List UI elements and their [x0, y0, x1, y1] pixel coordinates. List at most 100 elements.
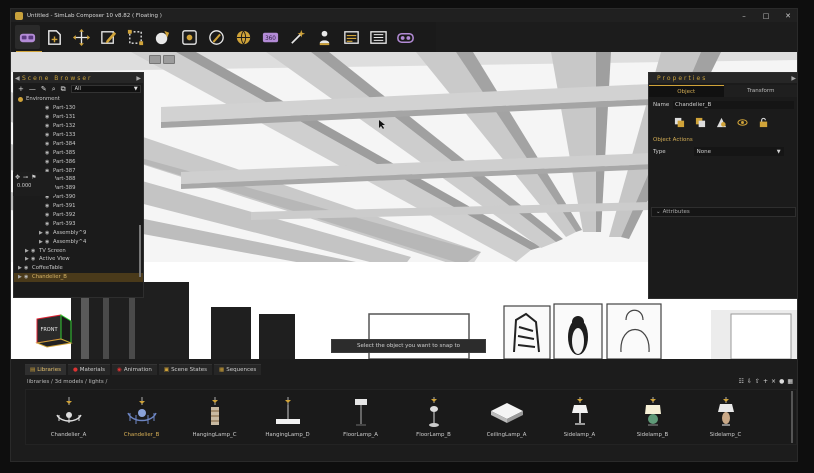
library-item[interactable]: FloorLamp_B: [397, 390, 470, 442]
add-icon[interactable]: +: [763, 378, 768, 385]
magic-wand-icon[interactable]: [285, 25, 310, 49]
attributes-section[interactable]: ⌄ Attributes: [651, 207, 796, 217]
material-icon[interactable]: [715, 116, 727, 128]
tree-item[interactable]: ◉ Part-393: [14, 219, 143, 228]
collapse-arrow-icon[interactable]: ◀: [15, 75, 20, 82]
tree-item[interactable]: ◉ Part-384: [14, 139, 143, 148]
type-dropdown[interactable]: None ▼: [693, 147, 784, 156]
visibility-eye-icon[interactable]: ◉: [45, 212, 53, 218]
remove-node-icon[interactable]: —: [29, 85, 36, 93]
expand-arrow-icon[interactable]: ▶: [791, 75, 796, 82]
tab-materials[interactable]: ● Materials: [67, 364, 110, 375]
visibility-eye-icon[interactable]: ◉: [31, 248, 39, 254]
duplicate-icon[interactable]: [673, 116, 685, 128]
minimize-button[interactable]: –: [733, 9, 755, 22]
tree-item[interactable]: ◉ Part-133: [14, 131, 143, 140]
tree-item[interactable]: ▶ ◉ CoffeeTable: [14, 264, 143, 273]
tab-scene-states[interactable]: ▣ Scene States: [158, 364, 213, 375]
material-ball-icon[interactable]: [150, 25, 175, 49]
close-icon[interactable]: ×: [771, 378, 776, 385]
visibility-eye-icon[interactable]: ◉: [24, 265, 32, 271]
export-icon[interactable]: ⇧: [755, 378, 760, 385]
tree-item[interactable]: ◉ Part-386: [14, 157, 143, 166]
visibility-eye-icon[interactable]: ◉: [45, 203, 53, 209]
tab-animation[interactable]: ◉ Animation: [112, 364, 157, 375]
scene-import-icon[interactable]: [42, 25, 67, 49]
move-gizmo-icon[interactable]: [69, 25, 94, 49]
library-item[interactable]: CeilingLamp_A: [470, 390, 543, 442]
tree-item[interactable]: ◉ Part-385: [14, 148, 143, 157]
add-node-icon[interactable]: +: [18, 85, 24, 93]
library-item[interactable]: Chandelier_A: [32, 390, 105, 442]
tab-transform[interactable]: Transform: [723, 85, 797, 97]
view-toggle-button[interactable]: [149, 55, 161, 64]
library-item[interactable]: Chandelier_B: [105, 390, 178, 442]
flag-icon[interactable]: ⚑: [31, 174, 36, 181]
library-item[interactable]: Sidelamp_B: [616, 390, 689, 442]
user-pin-icon[interactable]: [312, 25, 337, 49]
move-small-icon[interactable]: ✥: [15, 174, 20, 181]
visibility-eye-icon[interactable]: ◉: [45, 114, 53, 120]
tree-item[interactable]: ◉ Part-130: [14, 104, 143, 113]
visibility-eye-icon[interactable]: ◉: [31, 256, 39, 262]
maximize-button[interactable]: □: [755, 9, 777, 22]
expand-arrow-icon[interactable]: ▶: [136, 75, 141, 82]
visibility-eye-icon[interactable]: ◉: [45, 141, 53, 147]
library-item[interactable]: FloorLamp_A: [324, 390, 397, 442]
tree-item[interactable]: ◉ Part-392: [14, 211, 143, 220]
tree-item[interactable]: ▶ ◉ Active View: [14, 255, 143, 264]
globe-render-icon[interactable]: [231, 25, 256, 49]
search-icon[interactable]: ⌕: [52, 85, 56, 94]
visibility-eye-icon[interactable]: ◉: [45, 239, 53, 245]
visibility-eye-icon[interactable]: ◉: [45, 150, 53, 156]
rename-node-icon[interactable]: ✎: [41, 85, 47, 93]
group-icon[interactable]: ⧉: [61, 85, 66, 94]
camera-frame-icon[interactable]: [177, 25, 202, 49]
library-item[interactable]: Sidelamp_A: [543, 390, 616, 442]
close-button[interactable]: ✕: [777, 9, 797, 22]
tree-item[interactable]: ◉ Part-131: [14, 113, 143, 122]
library-item[interactable]: HangingLamp_D: [251, 390, 324, 442]
link-icon[interactable]: ⊸: [23, 174, 28, 181]
object-name-field[interactable]: Chandelier_B: [673, 101, 794, 109]
360-panorama-icon[interactable]: 360: [258, 25, 283, 49]
breadcrumb[interactable]: libraries / 3d models / lights /: [27, 379, 107, 385]
tab-libraries[interactable]: ▤ Libraries: [25, 364, 66, 375]
select-rect-icon[interactable]: [123, 25, 148, 49]
grid-view-icon[interactable]: ▦: [787, 378, 793, 385]
edit-object-icon[interactable]: [96, 25, 121, 49]
visibility-eye-icon[interactable]: ◉: [45, 230, 53, 236]
scene-filter-dropdown[interactable]: All ▼: [70, 85, 141, 93]
tree-item[interactable]: ▶ ◉ Assembly^4: [14, 237, 143, 246]
library-item[interactable]: HangingLamp_C: [178, 390, 251, 442]
visibility-eye-icon[interactable]: ◉: [45, 132, 53, 138]
pencil-circle-icon[interactable]: [204, 25, 229, 49]
tab-sequences[interactable]: ▦ Sequences: [214, 364, 262, 375]
list-panel-icon[interactable]: [339, 25, 364, 49]
tree-item[interactable]: ▶ ◉ TV Screen: [14, 246, 143, 255]
navigation-cube[interactable]: FRONT: [31, 309, 75, 351]
tree-scrollbar[interactable]: [139, 225, 141, 277]
storyboard-icon[interactable]: [366, 25, 391, 49]
tab-object[interactable]: Object: [649, 85, 724, 97]
lock-icon[interactable]: [757, 116, 769, 128]
instance-icon[interactable]: [694, 116, 706, 128]
tree-item[interactable]: ◉ Part-391: [14, 202, 143, 211]
gizmo-value[interactable]: 0.000: [13, 183, 55, 189]
library-scrollbar[interactable]: [791, 391, 793, 443]
vr-viewer-icon[interactable]: [393, 25, 418, 49]
tree-item[interactable]: ◉ Part-132: [14, 122, 143, 131]
import-icon[interactable]: ⇩: [747, 378, 752, 385]
visibility-eye-icon[interactable]: ◉: [45, 123, 53, 129]
tree-item[interactable]: ▶ ◉ Chandelier_B: [14, 272, 143, 282]
visibility-eye-icon[interactable]: ◉: [45, 221, 53, 227]
visibility-eye-icon[interactable]: ◉: [24, 274, 32, 280]
visibility-eye-icon[interactable]: [736, 116, 748, 128]
visibility-eye-icon[interactable]: ◉: [45, 105, 53, 111]
visibility-eye-icon[interactable]: ◉: [45, 159, 53, 165]
library-item[interactable]: Sidelamp_C: [689, 390, 762, 442]
tree-root[interactable]: Environment: [14, 95, 143, 104]
settings-icon[interactable]: ●: [779, 378, 784, 385]
view-list-icon[interactable]: ☷: [739, 378, 744, 385]
vr-headset-icon[interactable]: [15, 25, 40, 49]
